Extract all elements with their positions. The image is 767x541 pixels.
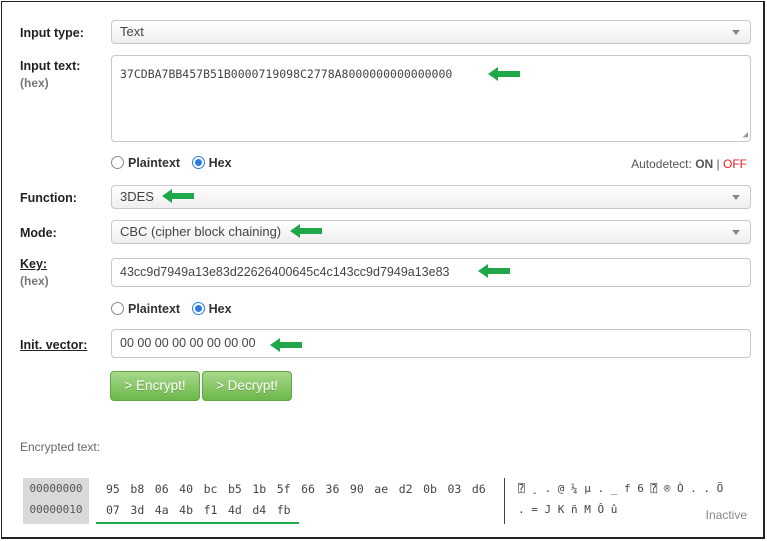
autodetect-on[interactable]: ON	[695, 157, 713, 171]
mode-label: Mode:	[20, 226, 57, 240]
iv-input[interactable]: 00 00 00 00 00 00 00 00	[111, 329, 751, 358]
hex-byte: 4b	[179, 503, 194, 517]
encryption-tool-panel: Input type: Text Input text: (hex) 37CDB…	[1, 1, 765, 539]
hex-byte: 5f	[276, 482, 291, 496]
chevron-down-icon	[732, 195, 740, 200]
annotation-arrow-icon	[290, 224, 322, 238]
function-select[interactable]: 3DES	[111, 185, 751, 209]
radio-button[interactable]	[111, 302, 124, 315]
key-label-group: Key: (hex)	[20, 257, 49, 288]
key-format-hex-option[interactable]: Hex	[191, 302, 232, 316]
encrypt-button[interactable]: > Encrypt!	[110, 371, 200, 401]
input-text-format-hint: (hex)	[20, 76, 49, 90]
autodetect-separator: |	[716, 157, 720, 171]
hex-byte: b8	[130, 482, 145, 496]
hex-byte: b5	[227, 482, 242, 496]
annotation-underline	[96, 522, 299, 524]
input-format-hex-option[interactable]: Hex	[191, 156, 232, 170]
input-text-area[interactable]: 37CDBA7BB457B51B0000719098C2778A80000000…	[111, 55, 751, 142]
input-format-plaintext-label: Plaintext	[128, 156, 181, 170]
chevron-down-icon	[732, 30, 740, 35]
output-label: Encrypted text:	[20, 440, 101, 454]
input-type-select[interactable]: Text	[111, 20, 751, 44]
hex-byte: 03	[447, 482, 462, 496]
hex-offset-column: 00000000 00000010	[23, 478, 89, 524]
hex-offset: 00000010	[29, 503, 83, 516]
hex-byte: ae	[374, 482, 389, 496]
hex-byte: 06	[154, 482, 169, 496]
input-text-value: 37CDBA7BB457B51B0000719098C2778A80000000…	[120, 67, 453, 81]
hex-row: 07 3d 4a 4b f1 4d d4 fb	[106, 499, 496, 520]
mode-value: CBC (cipher block chaining)	[120, 224, 282, 239]
key-label: Key:	[20, 257, 48, 271]
ascii-row: ⍰ ¸ . @ ¼ µ . _ f 6 ⍰ ® Ò . . Ö	[518, 482, 724, 495]
hex-byte: 40	[179, 482, 194, 496]
iv-value: 00 00 00 00 00 00 00 00	[120, 336, 256, 350]
decrypt-button[interactable]: > Decrypt!	[202, 371, 292, 401]
autodetect-label: Autodetect:	[631, 157, 692, 171]
output-status: Inactive	[705, 508, 747, 522]
key-format-hex-label: Hex	[208, 302, 232, 316]
function-value: 3DES	[120, 189, 154, 204]
chevron-down-icon	[732, 230, 740, 235]
key-input[interactable]: 43cc9d7949a13e83d22626400645c4c143cc9d79…	[111, 258, 751, 287]
hex-bytes-column: 95 b8 06 40 bc b5 1b 5f 66 36 90 ae d2 0b 03 d6 07 3d 4a 4…	[106, 478, 496, 520]
function-label: Function:	[20, 191, 77, 205]
input-format-radio-group: Plaintext Hex	[111, 156, 240, 170]
input-format-plaintext-option[interactable]: Plaintext	[111, 156, 180, 170]
annotation-arrow-icon	[488, 67, 520, 81]
autodetect-toggle: Autodetect: ON | OFF	[631, 157, 747, 171]
key-format-plaintext-option[interactable]: Plaintext	[111, 302, 180, 316]
hex-byte: 4a	[154, 503, 169, 517]
iv-label: Init. vector:	[20, 338, 88, 352]
input-format-hex-label: Hex	[208, 156, 232, 170]
ascii-row: . = J K ñ M Ô û	[518, 503, 618, 516]
hex-byte: 07	[106, 503, 120, 517]
ascii-column: ⍰ ¸ . @ ¼ µ . _ f 6 ⍰ ® Ò . . Ö . = J K …	[518, 478, 723, 520]
hex-byte: f1	[203, 503, 218, 517]
hex-byte: 0b	[423, 482, 437, 496]
hex-row: 95 b8 06 40 bc b5 1b 5f 66 36 90 ae d2 0b 03 d6	[106, 478, 496, 499]
hex-byte: d4	[252, 503, 267, 517]
hex-byte: 66	[301, 482, 315, 496]
key-value: 43cc9d7949a13e83d22626400645c4c143cc9d79…	[120, 265, 450, 279]
mode-select[interactable]: CBC (cipher block chaining)	[111, 220, 751, 244]
radio-button-selected[interactable]	[191, 302, 205, 315]
input-type-label: Input type:	[20, 26, 84, 40]
radio-button[interactable]	[111, 156, 124, 169]
input-type-value: Text	[120, 24, 144, 39]
input-text-label: Input text:	[20, 59, 81, 73]
hex-byte: 4d	[227, 503, 242, 517]
hex-dump-viewer[interactable]: 00000000 00000010 95 b8 06 40 bc b5 1b 5f 66 36 90…	[22, 478, 752, 526]
hex-byte: 3d	[130, 503, 145, 517]
key-format-plaintext-label: Plaintext	[128, 302, 181, 316]
annotation-arrow-icon	[162, 189, 194, 203]
hex-byte: 36	[325, 482, 340, 496]
annotation-arrow-icon	[270, 338, 302, 352]
key-format-hint: (hex)	[20, 274, 49, 288]
autodetect-off[interactable]: OFF	[723, 157, 747, 171]
hex-byte: d6	[471, 482, 486, 496]
hex-byte: bc	[203, 482, 218, 496]
input-text-label-group: Input text: (hex)	[20, 59, 80, 90]
column-divider	[504, 478, 505, 524]
resize-handle-icon[interactable]: ◢	[743, 130, 748, 140]
hex-byte: d2	[398, 482, 413, 496]
hex-byte: 90	[349, 482, 364, 496]
hex-byte: 1b	[252, 482, 267, 496]
annotation-arrow-icon	[478, 264, 510, 278]
radio-button-selected[interactable]	[191, 156, 205, 169]
hex-offset: 00000000	[29, 482, 83, 495]
hex-byte: fb	[276, 503, 291, 517]
hex-byte: 95	[106, 482, 120, 496]
key-format-radio-group: Plaintext Hex	[111, 302, 240, 316]
